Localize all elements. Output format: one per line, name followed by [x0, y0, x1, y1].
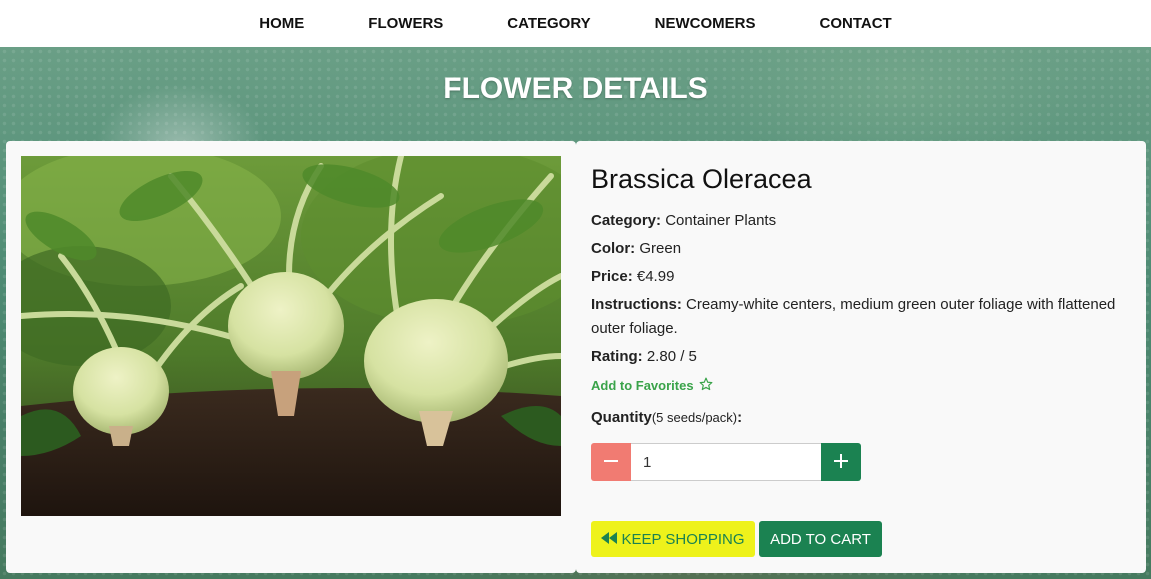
instructions-label: Instructions:: [591, 296, 682, 313]
quantity-note: (5 seeds/pack): [651, 410, 738, 425]
rating-row: Rating: 2.80 / 5: [591, 345, 1121, 369]
nav-newcomers[interactable]: NEWCOMERS: [655, 15, 756, 32]
increase-quantity-button[interactable]: [821, 443, 861, 481]
minus-icon: [603, 449, 619, 475]
price-row: Price: €4.99: [591, 265, 1121, 289]
top-nav: HOME FLOWERS CATEGORY NEWCOMERS CONTACT: [0, 0, 1151, 47]
quantity-input[interactable]: [631, 443, 821, 481]
rating-value: 2.80 / 5: [646, 348, 697, 365]
color-value: Green: [639, 240, 682, 257]
nav-home[interactable]: HOME: [259, 15, 304, 32]
quantity-label: Quantity(5 seeds/pack):: [591, 409, 743, 426]
keep-shopping-label: KEEP SHOPPING: [621, 530, 745, 548]
nav-flowers[interactable]: FLOWERS: [368, 15, 443, 32]
nav-contact[interactable]: CONTACT: [819, 15, 891, 32]
add-to-favorites-label: Add to Favorites: [591, 378, 694, 393]
rating-label: Rating:: [591, 348, 643, 365]
category-row: Category: Container Plants: [591, 209, 1121, 233]
price-label: Price:: [591, 268, 633, 285]
quantity-stepper: [591, 443, 861, 481]
plus-icon: [833, 449, 849, 475]
page-title: FLOWER DETAILS: [443, 72, 708, 105]
product-image: [21, 156, 561, 516]
rewind-icon: [601, 531, 618, 548]
price-value: €4.99: [636, 268, 675, 285]
nav-category[interactable]: CATEGORY: [507, 15, 590, 32]
color-row: Color: Green: [591, 237, 1121, 261]
keep-shopping-button[interactable]: KEEP SHOPPING: [591, 521, 755, 557]
category-label: Category:: [591, 212, 662, 229]
add-to-favorites-link[interactable]: Add to Favorites: [591, 377, 713, 394]
add-to-cart-button[interactable]: ADD TO CART: [759, 521, 882, 557]
product-details: Brassica Oleracea Category: Container Pl…: [591, 164, 1121, 426]
product-name: Brassica Oleracea: [591, 164, 812, 194]
star-icon: [699, 377, 713, 394]
category-value: Container Plants: [665, 212, 777, 229]
decrease-quantity-button[interactable]: [591, 443, 631, 481]
color-label: Color:: [591, 240, 636, 257]
instructions-row: Instructions: Creamy-white centers, medi…: [591, 293, 1121, 341]
